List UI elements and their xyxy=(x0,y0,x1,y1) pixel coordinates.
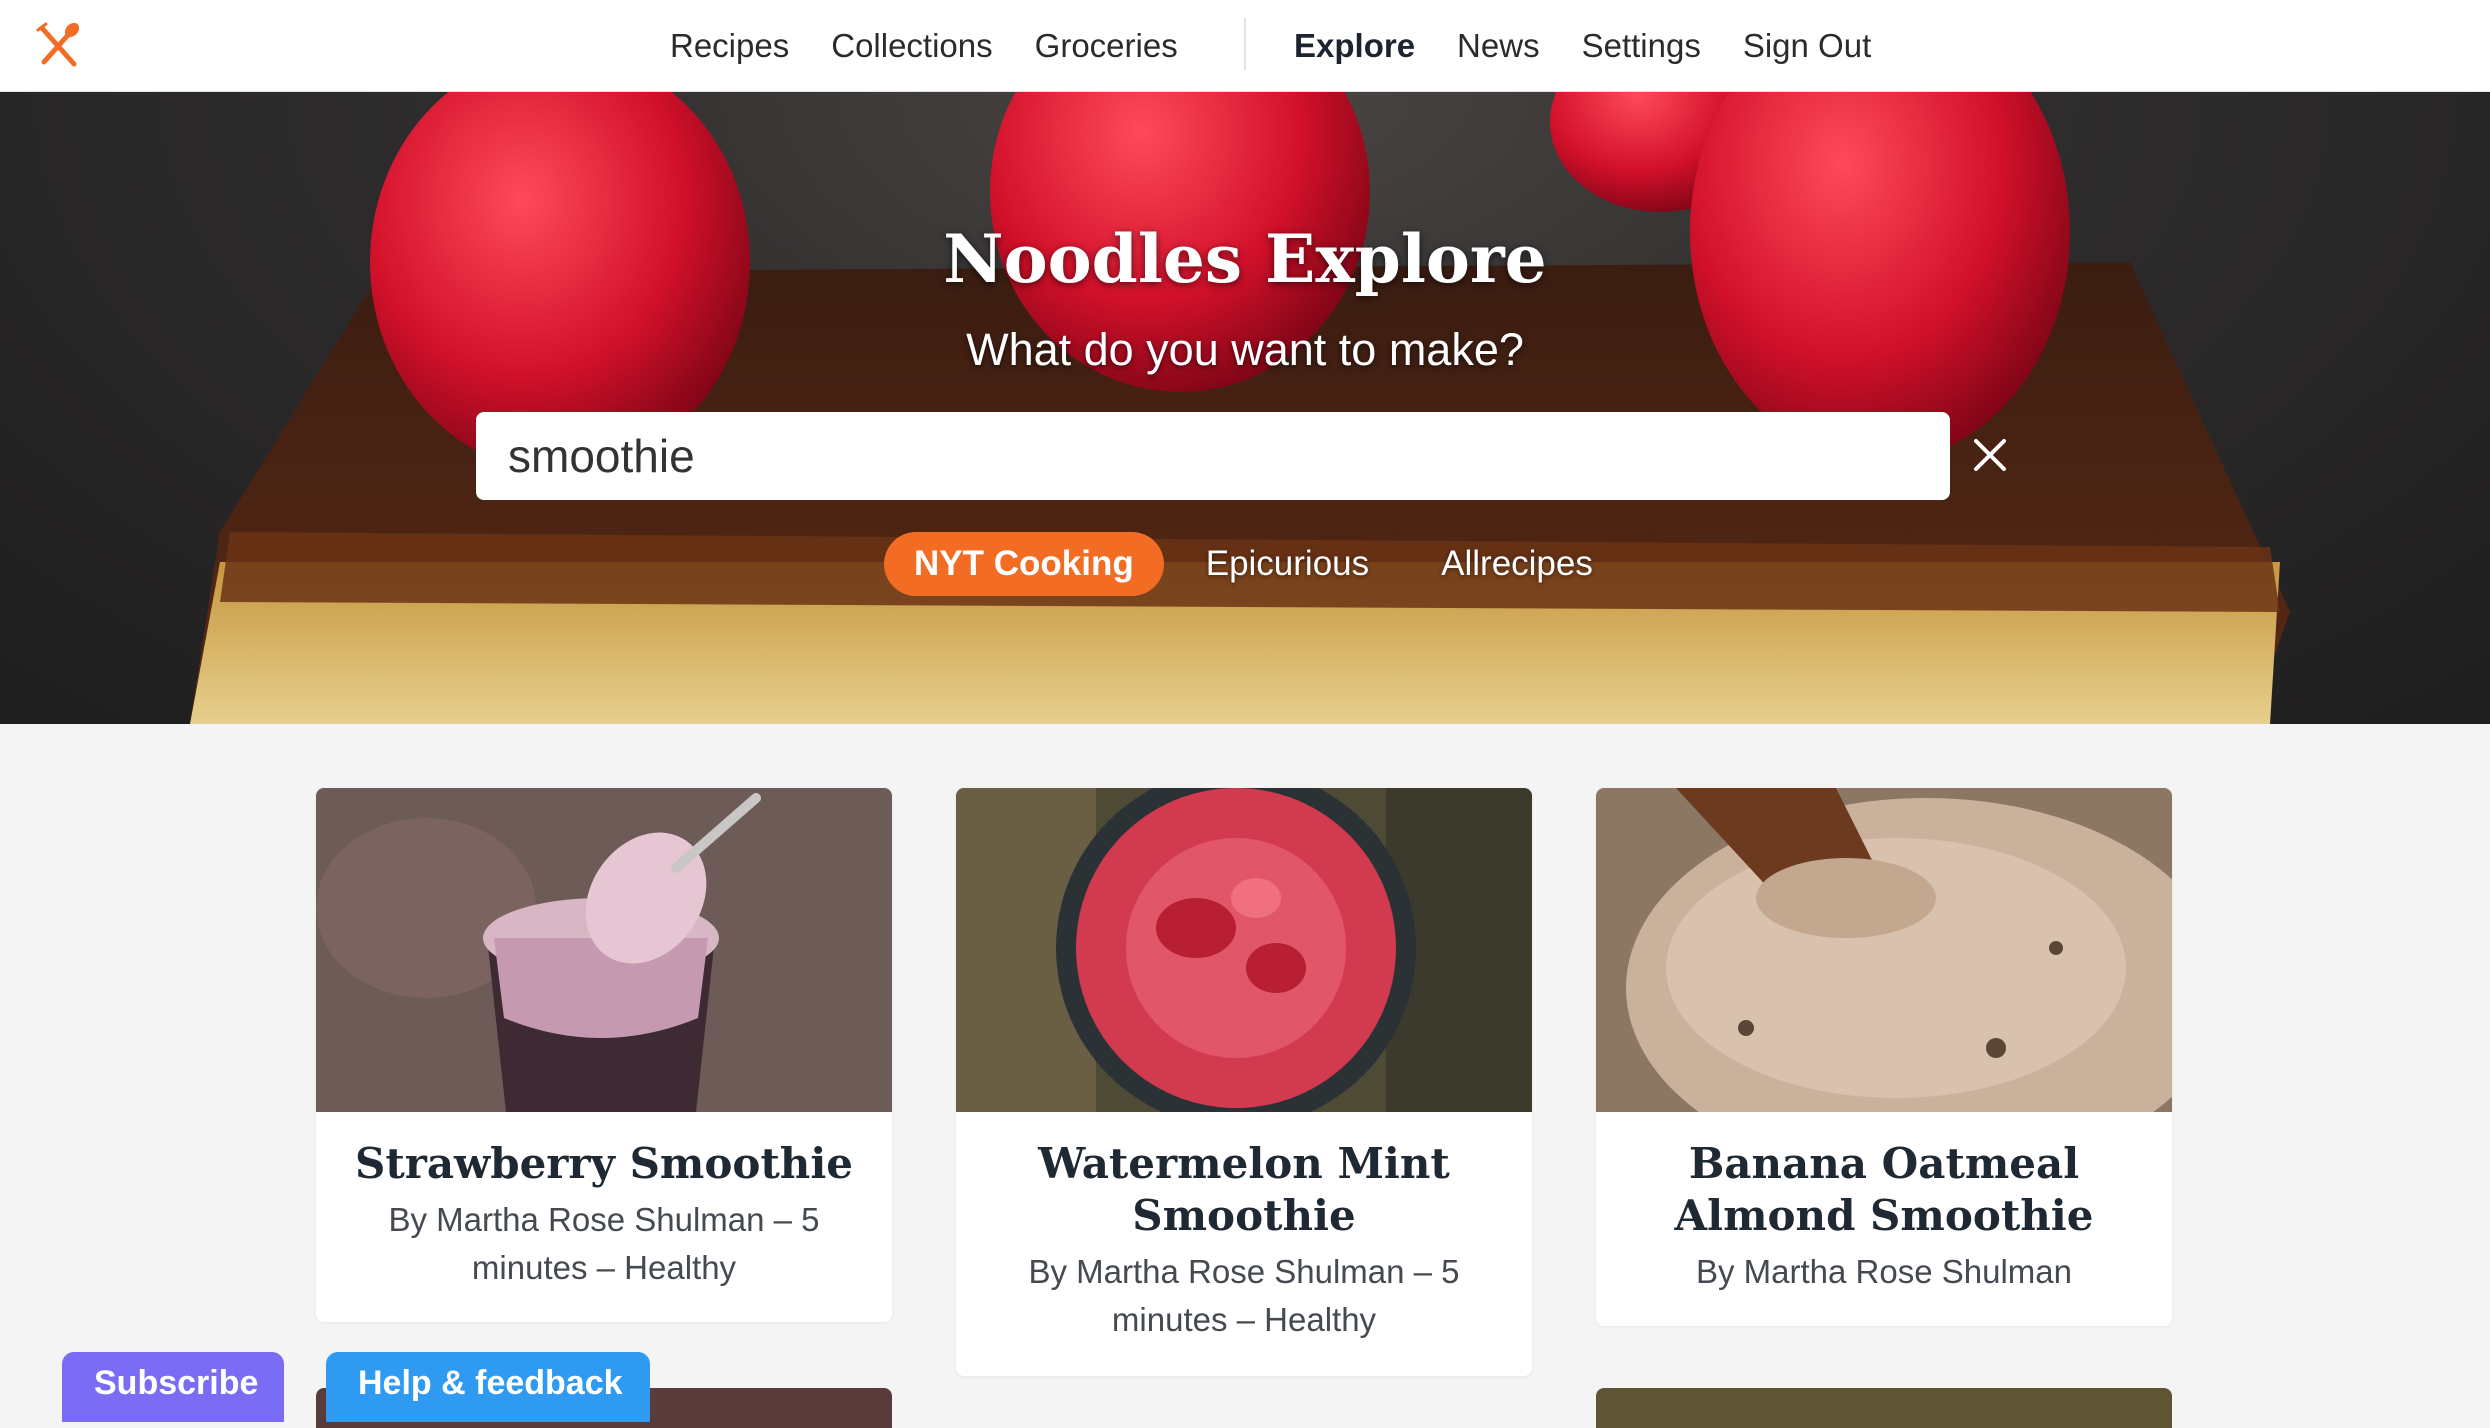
fork-spoon-icon[interactable] xyxy=(34,20,84,70)
recipe-meta: By Martha Rose Shulman – 5 minutes – Hea… xyxy=(1028,1253,1460,1338)
recipe-title: Banana Oatmeal Almond Smoothie xyxy=(1674,1139,2094,1240)
nav-news[interactable]: News xyxy=(1457,27,1540,65)
help-feedback-button[interactable]: Help & feedback xyxy=(326,1352,650,1422)
subscribe-button[interactable]: Subscribe xyxy=(62,1352,284,1422)
source-tab-allrecipes[interactable]: Allrecipes xyxy=(1411,532,1623,596)
recipe-card[interactable]: Strawberry Smoothie By Martha Rose Shulm… xyxy=(316,788,892,1322)
recipe-card[interactable] xyxy=(1596,1388,2172,1428)
recipe-card[interactable]: Banana Oatmeal Almond Smoothie By Martha… xyxy=(1596,788,2172,1326)
search-input[interactable] xyxy=(476,412,1950,500)
recipe-source-tabs: NYT Cooking Epicurious Allrecipes xyxy=(884,532,1635,596)
source-tab-epicurious[interactable]: Epicurious xyxy=(1176,532,1399,596)
close-icon[interactable] xyxy=(1970,430,2010,480)
nav-explore[interactable]: Explore xyxy=(1294,27,1415,65)
nav-groceries[interactable]: Groceries xyxy=(1035,27,1178,65)
recipe-title: Strawberry Smoothie xyxy=(354,1139,853,1188)
page-subtitle: What do you want to make? xyxy=(966,324,1524,375)
nav-sign-out[interactable]: Sign Out xyxy=(1743,27,1871,65)
recipe-card[interactable]: Watermelon Mint Smoothie By Martha Rose … xyxy=(956,788,1532,1376)
hero-banner: Noodles Explore What do you want to make… xyxy=(0,92,2490,724)
recipe-image xyxy=(1596,788,2172,1112)
source-tab-nyt-cooking[interactable]: NYT Cooking xyxy=(884,532,1164,596)
recipe-meta: By Martha Rose Shulman – 5 minutes – Hea… xyxy=(388,1201,820,1286)
secondary-nav: Explore News Settings Sign Out xyxy=(1294,0,1913,92)
nav-settings[interactable]: Settings xyxy=(1582,27,1701,65)
recipe-meta: By Martha Rose Shulman xyxy=(1695,1253,2072,1290)
top-navigation-bar: Recipes Collections Groceries Explore Ne… xyxy=(0,0,2490,92)
primary-nav: Recipes Collections Groceries xyxy=(670,0,1220,92)
nav-divider xyxy=(1244,18,1246,70)
hero-cake-image xyxy=(190,92,2290,724)
nav-recipes[interactable]: Recipes xyxy=(670,27,789,65)
recipe-image xyxy=(316,788,892,1112)
nav-collections[interactable]: Collections xyxy=(831,27,992,65)
recipe-image xyxy=(956,788,1532,1112)
recipe-title: Watermelon Mint Smoothie xyxy=(1038,1139,1450,1240)
page-title: Noodles Explore xyxy=(943,220,1547,298)
